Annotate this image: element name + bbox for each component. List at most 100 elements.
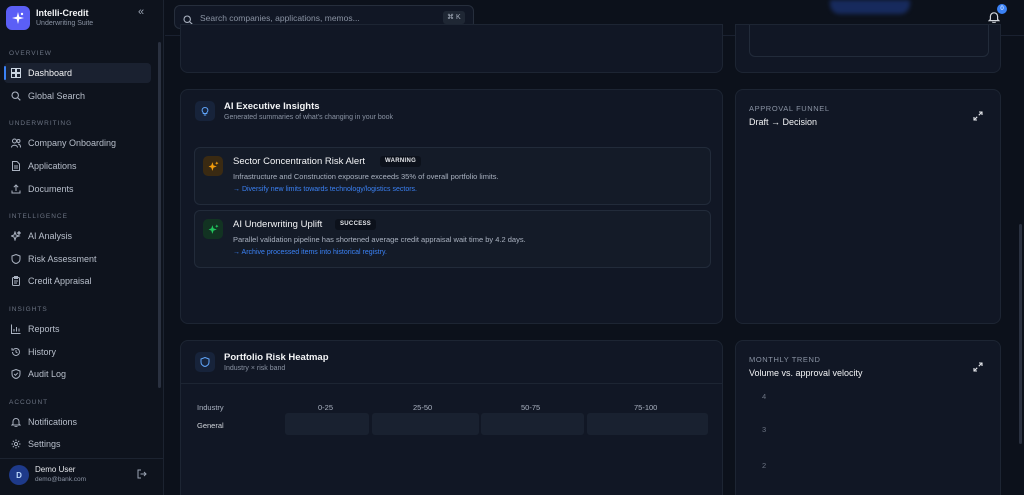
sidebar-item-audit-log[interactable]: Audit Log xyxy=(4,364,151,384)
main-scrollbar[interactable] xyxy=(1019,224,1022,444)
sidebar-item-settings[interactable]: Settings xyxy=(4,434,151,454)
monthly-trend-card: MONTHLY TREND Volume vs. approval veloci… xyxy=(735,340,1001,495)
sidebar-item-dashboard[interactable]: Dashboard xyxy=(4,63,151,83)
user-profile[interactable]: D Demo User demo@bank.com xyxy=(0,458,164,495)
sidebar-item-label: AI Analysis xyxy=(28,231,73,241)
previous-card xyxy=(180,24,723,73)
sidebar-item-label: Global Search xyxy=(28,91,86,101)
approval-funnel-card: APPROVAL FUNNEL Draft → Decision xyxy=(735,89,1001,324)
sidebar-item-label: Notifications xyxy=(28,417,78,427)
notification-count-badge: 0 xyxy=(997,4,1007,14)
sidebar-item-notifications[interactable]: Notifications xyxy=(4,412,151,432)
section-label-overview: OVERVIEW xyxy=(9,50,52,57)
insights-title: AI Executive Insights xyxy=(224,101,320,112)
y-axis-tick-label: 3 xyxy=(762,425,767,434)
trend-label: MONTHLY TREND xyxy=(749,355,821,364)
y-axis-tick-label: 2 xyxy=(762,461,767,470)
sidebar-item-ai-analysis[interactable]: AI Analysis xyxy=(4,226,151,246)
sidebar-item-reports[interactable]: Reports xyxy=(4,319,151,339)
section-label-insights: INSIGHTS xyxy=(9,306,48,313)
shield-icon xyxy=(10,253,22,265)
insight-item[interactable]: AI Underwriting Uplift SUCCESS Parallel … xyxy=(194,210,711,268)
sidebar-item-label: Credit Appraisal xyxy=(28,276,92,286)
app-root: Intelli-Credit Underwriting Suite « OVER… xyxy=(0,0,1024,495)
sparkles-icon xyxy=(203,156,223,176)
previous-inner-panel xyxy=(749,25,989,57)
insights-subtitle: Generated summaries of what's changing i… xyxy=(224,114,394,121)
heatmap-cell[interactable] xyxy=(372,413,479,435)
search-shortcut: ⌘ K xyxy=(443,11,465,24)
funnel-label: APPROVAL FUNNEL xyxy=(749,104,830,113)
shield-icon xyxy=(195,352,215,372)
insight-title: Sector Concentration Risk Alert xyxy=(233,156,366,167)
heatmap-column-header: 50-75 xyxy=(521,403,541,412)
heatmap-cell[interactable] xyxy=(481,413,584,435)
decorative-glow xyxy=(830,0,910,14)
insight-description: Infrastructure and Construction exposure… xyxy=(233,172,499,181)
logout-icon[interactable] xyxy=(137,469,147,482)
brand-title: Intelli-Credit xyxy=(36,8,89,18)
sidebar-item-label: Documents xyxy=(28,184,74,194)
sidebar-item-label: Risk Assessment xyxy=(28,254,97,264)
sidebar-item-label: History xyxy=(28,347,57,357)
collapse-sidebar-button[interactable]: « xyxy=(138,6,144,18)
heatmap-subtitle: Industry × risk band xyxy=(224,365,286,372)
heatmap-cell[interactable] xyxy=(285,413,369,435)
heatmap-column-header: Industry xyxy=(197,403,224,412)
insight-item[interactable]: Sector Concentration Risk Alert WARNING … xyxy=(194,147,711,205)
section-label-intelligence: INTELLIGENCE xyxy=(9,213,68,220)
previous-side-card xyxy=(735,24,1001,73)
heatmap-column-header: 0-25 xyxy=(318,403,334,412)
dashboard-icon xyxy=(10,67,22,79)
sidebar-item-label: Dashboard xyxy=(28,68,73,78)
sidebar-item-label: Applications xyxy=(28,161,77,171)
sidebar-item-label: Settings xyxy=(28,439,61,449)
section-label-underwriting: UNDERWRITING xyxy=(9,120,73,127)
funnel-title: Draft → Decision xyxy=(749,117,818,127)
search-placeholder: Search companies, applications, memos... xyxy=(200,13,360,23)
lightbulb-icon xyxy=(195,101,215,121)
users-icon xyxy=(10,137,22,149)
sidebar: Intelli-Credit Underwriting Suite « OVER… xyxy=(0,0,164,495)
user-email: demo@bank.com xyxy=(35,476,87,483)
warning-badge: WARNING xyxy=(380,156,422,167)
insight-description: Parallel validation pipeline has shorten… xyxy=(233,235,526,244)
heatmap-title: Portfolio Risk Heatmap xyxy=(224,352,329,363)
heatmap-column-header: 75-100 xyxy=(634,403,658,412)
expand-icon[interactable] xyxy=(973,359,983,377)
avatar: D xyxy=(9,465,29,485)
sidebar-item-documents[interactable]: Documents xyxy=(4,179,151,199)
sidebar-item-company-onboarding[interactable]: Company Onboarding xyxy=(4,133,151,153)
sidebar-item-history[interactable]: History xyxy=(4,342,151,362)
success-badge: SUCCESS xyxy=(335,219,377,230)
shield-check-icon xyxy=(10,368,22,380)
upload-icon xyxy=(10,183,22,195)
expand-icon[interactable] xyxy=(973,108,983,126)
sidebar-item-global-search[interactable]: Global Search xyxy=(4,86,151,106)
brand-subtitle: Underwriting Suite xyxy=(36,20,94,27)
sidebar-item-applications[interactable]: Applications xyxy=(4,156,151,176)
heatmap-cell[interactable] xyxy=(587,413,708,435)
bar-chart-icon xyxy=(10,323,22,335)
brand[interactable]: Intelli-Credit Underwriting Suite xyxy=(6,6,156,32)
heatmap-column-header: 25-50 xyxy=(413,403,433,412)
sidebar-item-risk-assessment[interactable]: Risk Assessment xyxy=(4,249,151,269)
sidebar-scrollbar[interactable] xyxy=(158,42,161,388)
brand-logo-icon xyxy=(6,6,30,30)
insight-title: AI Underwriting Uplift xyxy=(233,219,323,230)
file-icon xyxy=(10,160,22,172)
sparkles-icon xyxy=(10,230,22,242)
section-label-account: ACCOUNT xyxy=(9,399,49,406)
insight-action-link[interactable]: → Archive processed items into historica… xyxy=(233,249,387,256)
insight-action-link[interactable]: → Diversify new limits towards technolog… xyxy=(233,186,417,193)
sidebar-item-label: Company Onboarding xyxy=(28,138,117,148)
y-axis-tick-label: 4 xyxy=(762,392,767,401)
sidebar-item-credit-appraisal[interactable]: Credit Appraisal xyxy=(4,271,151,291)
bell-icon xyxy=(10,416,22,428)
divider xyxy=(181,383,722,384)
sparkles-icon xyxy=(203,219,223,239)
history-icon xyxy=(10,346,22,358)
ai-insights-card: AI Executive Insights Generated summarie… xyxy=(180,89,723,324)
sidebar-item-label: Reports xyxy=(28,324,60,334)
clipboard-icon xyxy=(10,275,22,287)
